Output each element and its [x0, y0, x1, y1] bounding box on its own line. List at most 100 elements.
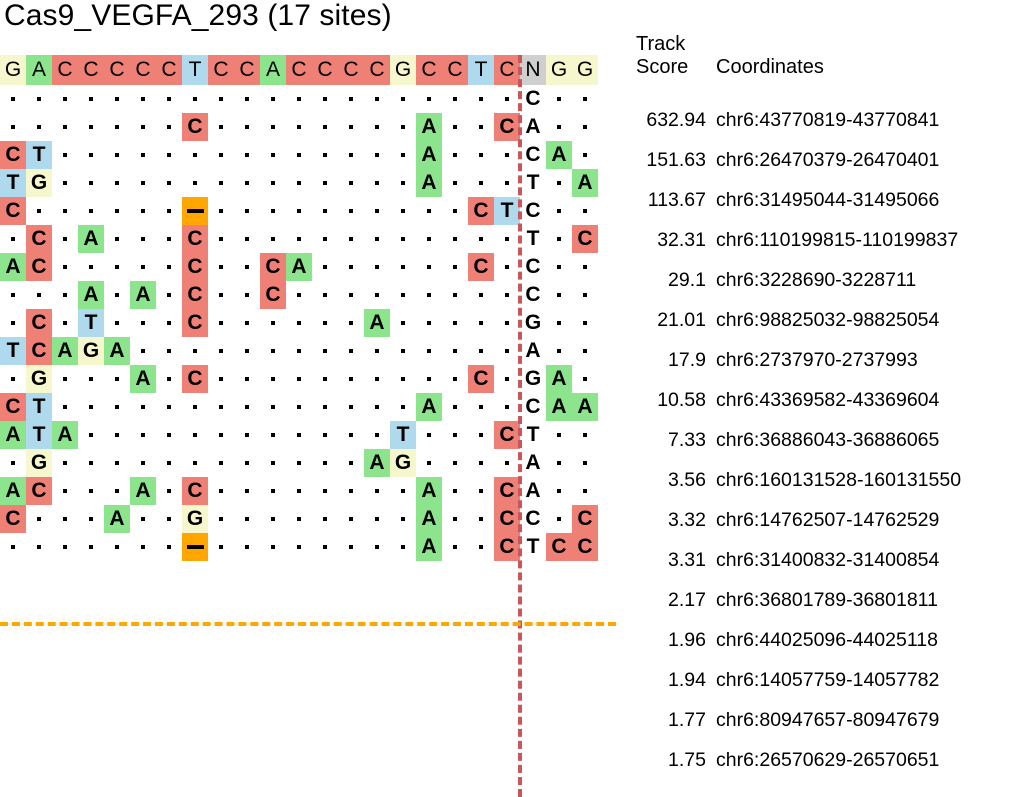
cell-match-2 — [26, 113, 52, 141]
cell-match-3 — [52, 477, 78, 505]
match-dot — [338, 253, 364, 281]
reference-base-19: T — [468, 55, 494, 85]
cell-match-7 — [156, 141, 182, 169]
cell-match-13 — [312, 197, 338, 225]
cell-mismatch-11: C — [260, 281, 286, 309]
coordinate-value: chr6:36801789-36801811 — [716, 589, 938, 611]
match-dot — [0, 281, 26, 309]
reference-base-16: G — [390, 55, 416, 85]
cell-mismatch-23: A — [572, 169, 598, 197]
cell-match-15 — [364, 337, 390, 365]
match-dot — [442, 533, 468, 561]
coordinate-value: chr6:36886043-36886065 — [716, 429, 940, 451]
match-dot — [104, 225, 130, 253]
cell-match-3 — [52, 85, 78, 113]
match-dot — [390, 141, 416, 169]
cell-mismatch-22: A — [546, 141, 572, 169]
cell-match-5 — [104, 309, 130, 337]
cell-match-17 — [416, 197, 442, 225]
cell-mismatch-2: G — [26, 365, 52, 393]
match-dot — [104, 141, 130, 169]
cell-match-23 — [572, 421, 598, 449]
match-dot — [338, 141, 364, 169]
match-dot — [364, 113, 390, 141]
match-dot — [390, 393, 416, 421]
cell-match-14 — [338, 197, 364, 225]
cell-match-10 — [234, 505, 260, 533]
match-dot — [104, 393, 130, 421]
cell-match-3 — [52, 225, 78, 253]
match-dot — [494, 141, 520, 169]
match-dot — [416, 225, 442, 253]
cell-match-13 — [312, 225, 338, 253]
cell-match-22 — [546, 337, 572, 365]
cell-match-12 — [286, 309, 312, 337]
match-dot — [468, 169, 494, 197]
reference-base-22: G — [546, 55, 572, 85]
reference-base-20: C — [494, 55, 520, 85]
cell-mismatch-19: C — [468, 365, 494, 393]
coordinate-value: chr6:31400832-31400854 — [716, 549, 940, 571]
match-dot — [208, 393, 234, 421]
match-dot — [104, 281, 130, 309]
cell-match-3 — [52, 365, 78, 393]
match-dot — [130, 85, 156, 113]
match-dot — [260, 85, 286, 113]
cell-match-9 — [208, 477, 234, 505]
match-dot — [182, 169, 208, 197]
match-dot — [130, 253, 156, 281]
match-dot — [208, 141, 234, 169]
cell-match-7 — [156, 477, 182, 505]
cell-match-6 — [130, 533, 156, 561]
cell-match-15 — [364, 225, 390, 253]
match-dot — [130, 393, 156, 421]
match-dot — [494, 449, 520, 477]
match-dot — [286, 365, 312, 393]
cell-match-11 — [260, 393, 286, 421]
cell-match-19 — [468, 169, 494, 197]
cell-match-7 — [156, 533, 182, 561]
cell-match-3 — [52, 309, 78, 337]
match-dot — [364, 365, 390, 393]
cell-match-14 — [338, 141, 364, 169]
cell-mismatch-8: C — [182, 309, 208, 337]
cell-match-18 — [442, 197, 468, 225]
match-dot — [52, 113, 78, 141]
cell-match-7 — [156, 393, 182, 421]
cell-match-18 — [442, 533, 468, 561]
cell-match-14 — [338, 225, 364, 253]
match-dot — [104, 533, 130, 561]
match-dot — [130, 421, 156, 449]
cell-match-4 — [78, 169, 104, 197]
cell-match-3 — [52, 197, 78, 225]
cell-match-5 — [104, 533, 130, 561]
reference-base-17: C — [416, 55, 442, 85]
cell-match-6 — [130, 505, 156, 533]
cell-match-15 — [364, 477, 390, 505]
match-dot — [442, 337, 468, 365]
cell-match-20 — [494, 253, 520, 281]
match-dot — [234, 113, 260, 141]
cell-match-9 — [208, 365, 234, 393]
alignment-row: TCAGAA — [0, 337, 598, 365]
coordinate-value: chr6:80947657-80947679 — [716, 709, 940, 731]
match-dot — [52, 393, 78, 421]
cell-match-23 — [572, 253, 598, 281]
cell-match-8 — [182, 169, 208, 197]
cell-mismatch-1: C — [0, 505, 26, 533]
reference-base-2: A — [26, 55, 52, 85]
cell-match-8 — [182, 337, 208, 365]
cell-match-13 — [312, 505, 338, 533]
cell-match-14 — [338, 365, 364, 393]
match-dot — [572, 197, 598, 225]
match-dot — [572, 141, 598, 169]
cell-mismatch-2: C — [26, 253, 52, 281]
match-dot — [234, 449, 260, 477]
cell-match-12 — [286, 477, 312, 505]
cell-match-6 — [130, 449, 156, 477]
match-dot — [156, 141, 182, 169]
cell-match-10 — [234, 449, 260, 477]
match-dot — [78, 169, 104, 197]
cell-match-1 — [0, 533, 26, 561]
cell-match-15 — [364, 113, 390, 141]
